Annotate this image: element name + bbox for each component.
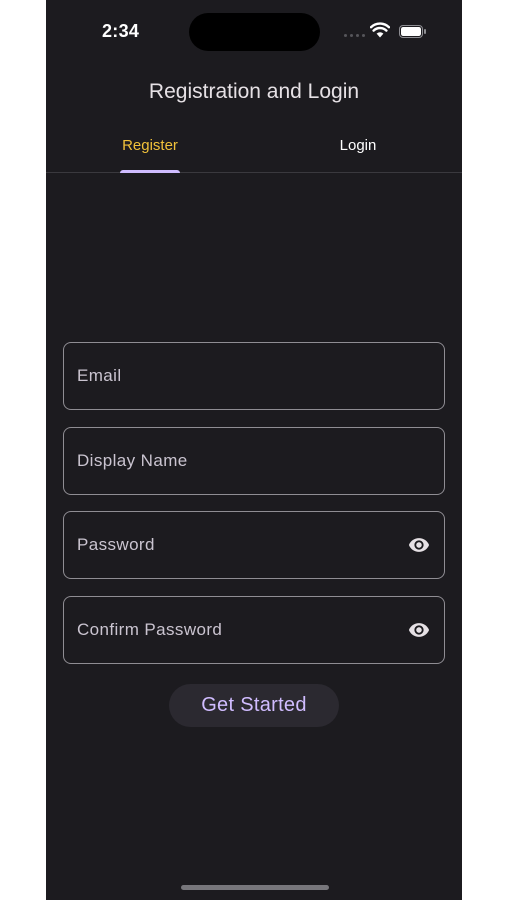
eye-icon[interactable] <box>406 534 432 556</box>
status-time: 2:34 <box>102 21 140 41</box>
status-bar: 2:34 <box>46 0 462 60</box>
confirm-password-field[interactable] <box>63 596 445 664</box>
page-title: Registration and Login <box>148 80 360 103</box>
tab-indicator <box>120 170 180 173</box>
wifi-icon <box>370 22 390 38</box>
email-input[interactable] <box>77 343 397 409</box>
cellular-signal-icon <box>344 34 366 38</box>
app-screen: 2:34 Registration and Login Register Log… <box>46 0 462 900</box>
dynamic-island <box>189 13 320 51</box>
eye-icon[interactable] <box>406 619 432 641</box>
tab-login[interactable]: Login <box>254 128 462 172</box>
email-field[interactable] <box>63 342 445 410</box>
home-indicator[interactable] <box>181 885 329 890</box>
display-name-field[interactable] <box>63 427 445 495</box>
get-started-button[interactable]: Get Started <box>169 684 339 727</box>
tab-register[interactable]: Register <box>46 128 254 172</box>
confirm-password-input[interactable] <box>77 597 397 663</box>
password-input[interactable] <box>77 512 397 578</box>
tab-bar: Register Login <box>46 128 462 173</box>
battery-icon <box>399 25 426 38</box>
password-field[interactable] <box>63 511 445 579</box>
display-name-input[interactable] <box>77 428 397 494</box>
